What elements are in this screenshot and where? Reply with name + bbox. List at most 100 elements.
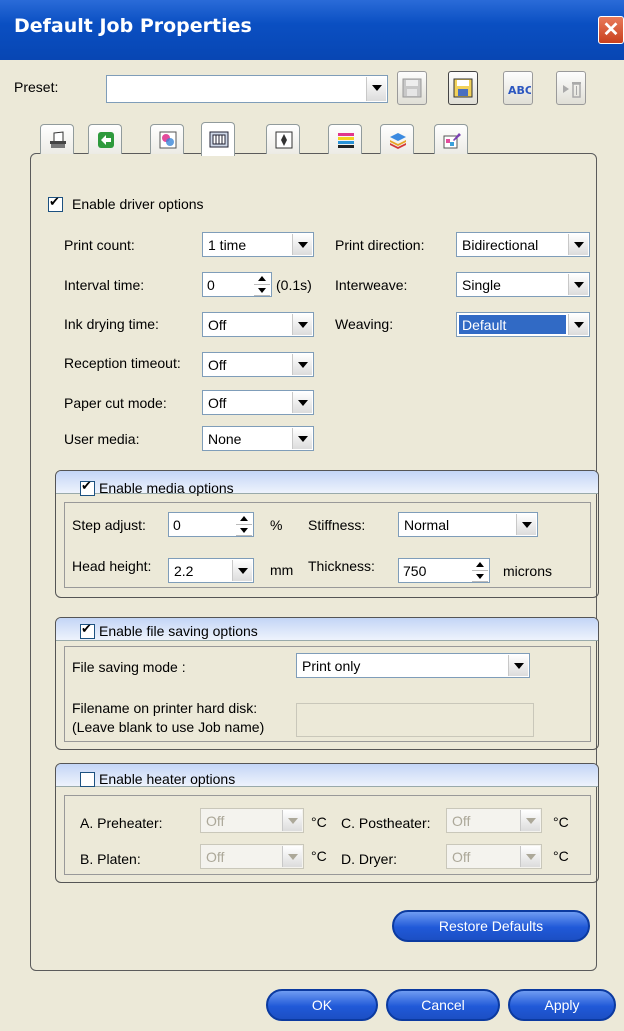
- chevron-down-icon[interactable]: [292, 392, 312, 413]
- thickness-label: Thickness:: [308, 558, 375, 574]
- user-media-select[interactable]: None: [202, 426, 314, 451]
- apply-button[interactable]: Apply: [508, 989, 616, 1021]
- rename-preset-button[interactable]: ABC: [503, 71, 533, 105]
- filename-field[interactable]: [296, 703, 534, 737]
- print-direction-value: Bidirectional: [462, 237, 539, 253]
- chevron-down-icon[interactable]: [292, 234, 312, 255]
- arrows-icon: [98, 132, 114, 148]
- reception-timeout-label: Reception timeout:: [64, 355, 181, 371]
- abc-rename-icon: ABC: [508, 84, 531, 97]
- reception-timeout-select[interactable]: Off: [202, 352, 314, 377]
- print-direction-label: Print direction:: [335, 237, 425, 253]
- preset-combo[interactable]: [106, 75, 388, 103]
- close-button[interactable]: ✕: [598, 16, 624, 44]
- chevron-down-icon[interactable]: [282, 846, 302, 867]
- tab-color-bars[interactable]: [328, 124, 362, 154]
- chevron-down-icon[interactable]: [366, 77, 386, 101]
- filename-label: Filename on printer hard disk:: [72, 700, 258, 716]
- stepper-down-icon[interactable]: [472, 571, 488, 582]
- color-icon: [159, 131, 177, 149]
- file-saving-mode-select[interactable]: Print only: [296, 653, 530, 678]
- step-adjust-value: 0: [173, 517, 181, 533]
- head-height-select[interactable]: 2.2: [168, 558, 254, 583]
- enable-driver-options-label: Enable driver options: [72, 196, 204, 212]
- stiffness-label: Stiffness:: [308, 517, 366, 533]
- thickness-stepper[interactable]: 750: [398, 558, 490, 583]
- printer-icon: [50, 131, 66, 148]
- print-head-icon: [209, 131, 229, 148]
- tab-printer[interactable]: [40, 124, 74, 154]
- stiffness-value: Normal: [404, 517, 450, 533]
- preheater-select[interactable]: Off: [200, 808, 304, 833]
- interweave-value: Single: [462, 277, 501, 293]
- chevron-down-icon[interactable]: [568, 274, 588, 295]
- enable-heater-label: Enable heater options: [99, 771, 236, 787]
- trash-icon: [563, 82, 581, 98]
- head-height-unit: mm: [270, 562, 294, 578]
- step-adjust-unit: %: [270, 517, 283, 533]
- cancel-button[interactable]: Cancel: [386, 989, 500, 1021]
- chevron-down-icon[interactable]: [292, 354, 312, 375]
- interval-time-stepper[interactable]: 0: [202, 272, 272, 297]
- tab-layers[interactable]: [380, 124, 414, 154]
- interval-time-unit: (0.1s): [276, 277, 312, 293]
- chevron-down-icon[interactable]: [520, 810, 540, 831]
- chevron-down-icon[interactable]: [508, 655, 528, 676]
- tab-print-head[interactable]: [201, 122, 235, 156]
- eyedropper-icon: [443, 133, 461, 149]
- stepper-up-icon[interactable]: [472, 560, 488, 571]
- preheater-unit: °C: [311, 814, 327, 830]
- stepper-down-icon[interactable]: [254, 285, 270, 296]
- paper-cut-select[interactable]: Off: [202, 390, 314, 415]
- save-preset-button[interactable]: [397, 71, 427, 105]
- postheater-select[interactable]: Off: [446, 808, 542, 833]
- print-count-select[interactable]: 1 time: [202, 232, 314, 257]
- save-as-preset-button[interactable]: [448, 71, 478, 105]
- print-direction-select[interactable]: Bidirectional: [456, 232, 590, 257]
- enable-file-saving-label: Enable file saving options: [99, 623, 258, 639]
- tab-layout[interactable]: [266, 124, 300, 154]
- enable-file-saving-checkbox[interactable]: [80, 622, 95, 639]
- chevron-down-icon[interactable]: [516, 514, 536, 535]
- enable-heater-checkbox[interactable]: [80, 772, 95, 787]
- print-count-value: 1 time: [208, 237, 247, 253]
- preheater-label: A. Preheater:: [80, 815, 163, 831]
- filename-hint: (Leave blank to use Job name): [72, 719, 265, 735]
- ink-drying-select[interactable]: Off: [202, 312, 314, 337]
- svg-text:ABC: ABC: [508, 84, 531, 97]
- step-adjust-stepper[interactable]: 0: [168, 512, 254, 537]
- user-media-value: None: [208, 431, 242, 447]
- tab-eyedropper[interactable]: [434, 124, 468, 154]
- stepper-down-icon[interactable]: [236, 525, 252, 536]
- chevron-down-icon[interactable]: [292, 314, 312, 335]
- thickness-value: 750: [403, 563, 427, 579]
- enable-media-options-checkbox[interactable]: [80, 479, 95, 496]
- chevron-down-icon[interactable]: [282, 810, 302, 831]
- tab-color[interactable]: [150, 124, 184, 154]
- dryer-select[interactable]: Off: [446, 844, 542, 869]
- weaving-select[interactable]: Default: [456, 312, 590, 337]
- chevron-down-icon[interactable]: [568, 314, 588, 335]
- ok-button[interactable]: OK: [266, 989, 378, 1021]
- platen-select[interactable]: Off: [200, 844, 304, 869]
- chevron-down-icon[interactable]: [292, 428, 312, 449]
- thickness-unit: microns: [503, 563, 553, 579]
- floppy-disk-icon: [453, 78, 473, 98]
- restore-defaults-button[interactable]: Restore Defaults: [392, 910, 590, 942]
- tab-arrows[interactable]: [88, 124, 122, 154]
- step-adjust-label: Step adjust:: [72, 517, 146, 533]
- chevron-down-icon[interactable]: [520, 846, 540, 867]
- stepper-up-icon[interactable]: [236, 514, 252, 525]
- preset-label: Preset:: [14, 79, 59, 95]
- stiffness-select[interactable]: Normal: [398, 512, 538, 537]
- stepper-up-icon[interactable]: [254, 274, 270, 285]
- chevron-down-icon[interactable]: [232, 560, 252, 581]
- platen-value: Off: [206, 849, 225, 865]
- ink-drying-label: Ink drying time:: [64, 316, 159, 332]
- dryer-unit: °C: [553, 848, 569, 864]
- delete-preset-button[interactable]: [556, 71, 586, 105]
- enable-media-options-label: Enable media options: [99, 480, 234, 496]
- chevron-down-icon[interactable]: [568, 234, 588, 255]
- enable-driver-options-checkbox[interactable]: [48, 195, 63, 212]
- interweave-select[interactable]: Single: [456, 272, 590, 297]
